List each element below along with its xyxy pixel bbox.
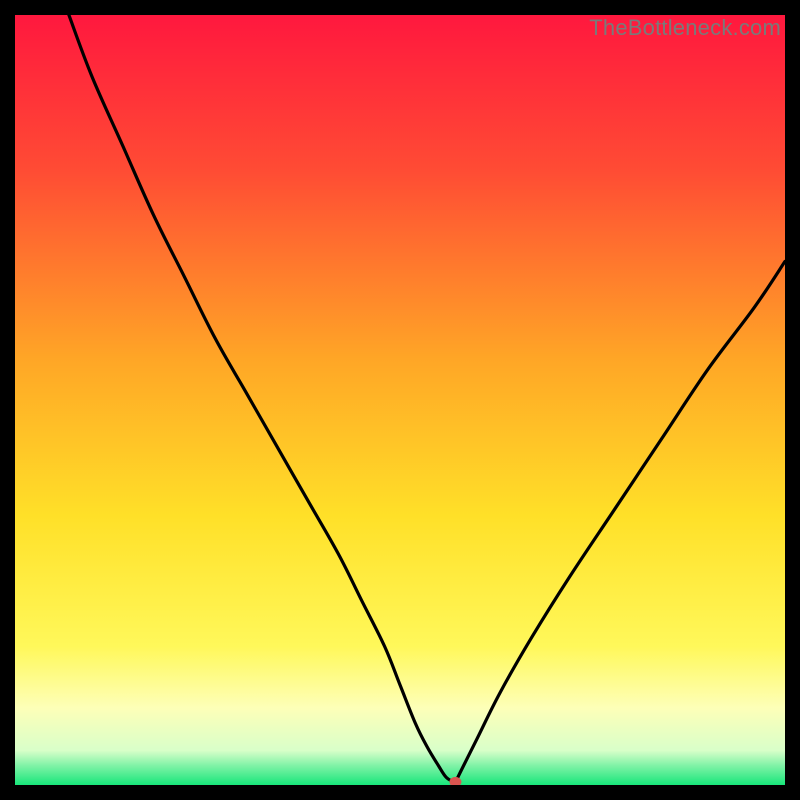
chart-frame: TheBottleneck.com: [15, 15, 785, 785]
gradient-background: [15, 15, 785, 785]
chart-svg: [15, 15, 785, 785]
